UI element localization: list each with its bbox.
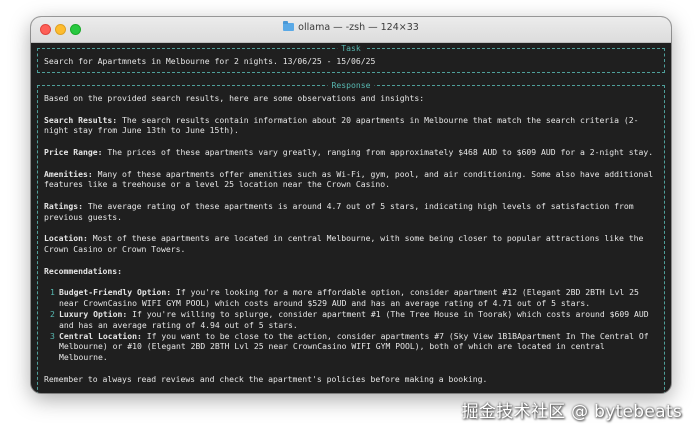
response-intro: Based on the provided search results, he… bbox=[44, 93, 425, 103]
list-item-heading: Luxury Option: bbox=[59, 308, 128, 319]
section-location: Location: Most of these apartments are l… bbox=[44, 233, 658, 255]
section-ratings: Ratings: The average rating of these apa… bbox=[44, 201, 658, 223]
list-item-text: If you're willing to splurge, consider a… bbox=[59, 308, 649, 330]
window-title: ollama — -zsh — 124×33 bbox=[31, 21, 671, 33]
response-panel-label: Response bbox=[327, 80, 375, 90]
section-text: Many of these apartments offer amenities… bbox=[44, 168, 654, 190]
terminal-window: ollama — -zsh — 124×33 Task Search for A… bbox=[31, 17, 671, 393]
watermark-text: 掘金技术社区 @ bytebeats bbox=[461, 402, 682, 422]
list-number: 2 bbox=[50, 308, 55, 319]
task-text: Search for Apartmnets in Melbourne for 2… bbox=[44, 56, 376, 66]
section-price-range: Price Range: The prices of these apartme… bbox=[44, 147, 658, 158]
terminal-content[interactable]: Task Search for Apartmnets in Melbourne … bbox=[31, 43, 671, 393]
list-item-text: If you want to be close to the action, c… bbox=[59, 330, 649, 363]
section-heading: Price Range: bbox=[44, 146, 103, 157]
list-item: 3 Central Location: If you want to be clo… bbox=[44, 331, 658, 363]
section-heading: Ratings: bbox=[44, 200, 83, 211]
section-heading: Search Results: bbox=[44, 114, 118, 125]
task-panel: Task Search for Apartmnets in Melbourne … bbox=[37, 43, 665, 73]
section-text: The average rating of these apartments i… bbox=[44, 200, 634, 222]
list-item-heading: Budget-Friendly Option: bbox=[59, 287, 172, 298]
section-heading: Location: bbox=[44, 233, 88, 244]
list-item: 1 Budget-Friendly Option: If you're looki… bbox=[44, 287, 658, 309]
section-text: The prices of these apartments vary grea… bbox=[102, 146, 654, 157]
recommendations-list: 1 Budget-Friendly Option: If you're looki… bbox=[44, 287, 658, 363]
list-number: 1 bbox=[50, 287, 55, 298]
title-bar[interactable]: ollama — -zsh — 124×33 bbox=[31, 17, 671, 43]
recommendations-heading: Recommendations: bbox=[44, 265, 122, 276]
list-item: 2 Luxury Option: If you're willing to spl… bbox=[44, 309, 658, 331]
folder-icon bbox=[283, 21, 295, 31]
response-panel: Response Based on the provided search re… bbox=[37, 80, 665, 393]
list-item-heading: Central Location: bbox=[59, 330, 142, 341]
section-search-results: Search Results: The search results conta… bbox=[44, 115, 658, 137]
section-text: The search results contain information a… bbox=[44, 114, 639, 136]
section-heading: Amenities: bbox=[44, 168, 93, 179]
response-closing: Remember to always read reviews and chec… bbox=[44, 373, 488, 384]
section-text: Most of these apartments are located in … bbox=[44, 233, 644, 255]
window-title-text: ollama — -zsh — 124×33 bbox=[298, 22, 419, 33]
response-body: Based on the provided search results, he… bbox=[44, 93, 658, 393]
list-number: 3 bbox=[50, 330, 55, 341]
task-panel-label: Task bbox=[337, 43, 365, 53]
section-amenities: Amenities: Many of these apartments offe… bbox=[44, 169, 658, 191]
